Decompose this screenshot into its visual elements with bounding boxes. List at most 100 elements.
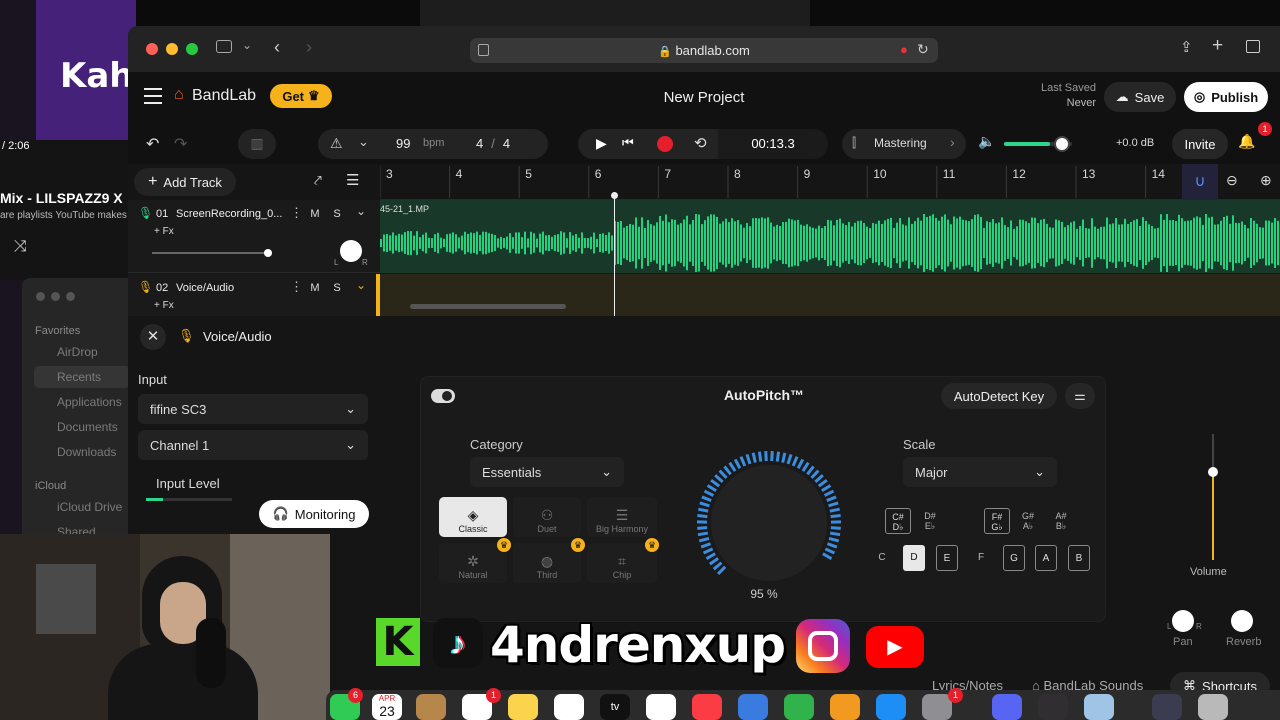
mastering-button[interactable]: ⫿ Mastering › [842, 129, 966, 159]
microphone-icon[interactable]: ● [900, 42, 908, 57]
solo-button[interactable]: S [328, 206, 346, 222]
master-volume-handle[interactable] [1054, 136, 1070, 152]
key-e[interactable]: E [936, 545, 958, 571]
track-row[interactable]: 🎙 01 ScreenRecording_0... ⋮ M S ⌄ + Fx L… [128, 200, 380, 273]
track-more-icon[interactable]: ⋮ [290, 279, 303, 295]
numbers-app-icon[interactable] [784, 694, 814, 720]
add-track-button[interactable]: + Add Track [134, 168, 236, 196]
track-name[interactable]: Voice/Audio [176, 282, 234, 294]
app-store-icon[interactable] [876, 694, 906, 720]
finder-item-applications[interactable]: Applications [57, 395, 122, 409]
key-c-sharp[interactable]: C# D♭ [885, 508, 911, 534]
add-fx-button[interactable]: + Fx [154, 226, 174, 237]
finder-minimize-icon[interactable] [51, 292, 60, 301]
speaker-icon[interactable]: 🔈 [978, 133, 995, 150]
redo-icon[interactable]: ↷ [174, 134, 187, 154]
trash-icon[interactable] [1198, 694, 1228, 720]
music-app-icon[interactable] [692, 694, 722, 720]
skip-to-start-icon[interactable]: ⏮ [622, 135, 634, 151]
instrument-button[interactable]: ▥ [238, 129, 276, 159]
save-button[interactable]: ☁ Save [1104, 82, 1176, 112]
tab-overview-icon[interactable] [1246, 40, 1260, 53]
window-close-button[interactable] [146, 43, 158, 55]
finder-zoom-icon[interactable] [66, 292, 75, 301]
contacts-app-icon[interactable] [416, 694, 446, 720]
key-c[interactable]: C [871, 545, 893, 571]
finder-item-downloads[interactable]: Downloads [57, 445, 116, 459]
key-g[interactable]: G [1003, 545, 1025, 571]
volume-slider[interactable] [1212, 434, 1214, 560]
mute-button[interactable]: M [306, 280, 324, 296]
key-a-sharp[interactable]: A# B♭ [1048, 508, 1074, 534]
loop-icon[interactable]: ⟲ [694, 134, 707, 152]
snap-button[interactable]: ∪ [1182, 164, 1218, 200]
track-expand-icon[interactable]: ⌄ [356, 278, 366, 292]
app-icon[interactable] [1152, 694, 1182, 720]
playhead-handle[interactable] [611, 192, 618, 199]
track-lane[interactable]: 45-21_1.MP [380, 200, 1280, 273]
pages-app-icon[interactable] [830, 694, 860, 720]
playhead[interactable] [614, 194, 615, 316]
metronome-dropdown-icon[interactable]: ⌄ [358, 134, 369, 150]
volume-handle[interactable] [1208, 467, 1218, 477]
key-d[interactable]: D [903, 545, 925, 571]
track-more-icon[interactable]: ⋮ [290, 205, 303, 221]
timeline-ruler[interactable]: 3 4 5 6 7 8 9 10 11 12 13 14 ∪ ⊖ ⊕ [380, 164, 1280, 200]
track-name[interactable]: ScreenRecording_0... [176, 208, 282, 220]
category-big-harmony-button[interactable]: ☰ Big Harmony [587, 497, 657, 537]
key-g-sharp[interactable]: G# A♭ [1015, 508, 1041, 534]
bpm-value[interactable]: 99 [396, 136, 410, 151]
knob-body[interactable] [711, 465, 827, 581]
add-fx-button[interactable]: + Fx [154, 300, 174, 311]
sidebar-toggle-icon[interactable] [216, 40, 232, 53]
notes-app-icon[interactable] [508, 694, 538, 720]
finder-item-airdrop[interactable]: AirDrop [57, 345, 98, 359]
publish-button[interactable]: ◎ Publish [1184, 82, 1268, 112]
obs-app-icon[interactable] [1038, 694, 1068, 720]
finder-item-icloud-drive[interactable]: iCloud Drive [57, 500, 122, 514]
new-tab-icon[interactable]: + [1212, 35, 1223, 57]
apple-tv-app-icon[interactable]: tv [600, 694, 630, 720]
input-channel-select[interactable]: Channel 1 ⌄ [138, 430, 368, 460]
settings-sliders-icon[interactable]: ⚌ [1065, 383, 1095, 409]
key-f-sharp[interactable]: F# G♭ [984, 508, 1010, 534]
reverb-knob[interactable] [1231, 610, 1253, 632]
hamburger-menu-icon[interactable] [144, 88, 162, 104]
autopitch-knob[interactable] [689, 443, 849, 603]
zoom-in-icon[interactable]: ⊕ [1260, 172, 1272, 189]
back-icon[interactable]: ‹ [274, 37, 280, 58]
category-third-button[interactable]: ◍ Third [513, 543, 581, 583]
finder-close-icon[interactable] [36, 292, 45, 301]
share-icon[interactable]: ⇪ [1180, 38, 1193, 56]
zoom-out-icon[interactable]: ⊖ [1226, 172, 1238, 189]
discord-app-icon[interactable] [992, 694, 1022, 720]
shuffle-icon[interactable]: ⤨ [14, 238, 27, 256]
solo-button[interactable]: S [328, 280, 346, 296]
mute-button[interactable]: M [306, 206, 324, 222]
input-device-select[interactable]: fifine SC3 ⌄ [138, 394, 368, 424]
track-row[interactable]: 🎙 02 Voice/Audio ⋮ M S ⌄ + Fx [128, 274, 380, 316]
track-expand-icon[interactable]: ⌄ [356, 204, 366, 218]
calendar-app-icon[interactable]: APR 23 [372, 694, 402, 720]
key-a[interactable]: A [1035, 545, 1057, 571]
record-button[interactable] [657, 136, 673, 152]
track-volume-handle[interactable] [264, 249, 272, 257]
news-app-icon[interactable] [646, 694, 676, 720]
invite-button[interactable]: Invite [1172, 129, 1228, 159]
window-zoom-button[interactable] [186, 43, 198, 55]
key-f[interactable]: F [970, 545, 992, 571]
undo-icon[interactable]: ↶ [146, 134, 159, 154]
category-natural-button[interactable]: ✲ Natural [439, 543, 507, 583]
window-minimize-button[interactable] [166, 43, 178, 55]
category-classic-button[interactable]: ◈ Classic [439, 497, 507, 537]
track-lane[interactable] [380, 274, 1280, 316]
key-b[interactable]: B [1068, 545, 1090, 571]
freeform-app-icon[interactable] [554, 694, 584, 720]
category-select[interactable]: Essentials ⌄ [470, 457, 624, 487]
category-duet-button[interactable]: ⚇ Duet [513, 497, 581, 537]
horizontal-scrollbar[interactable] [410, 304, 566, 309]
forward-icon[interactable]: › [306, 37, 312, 58]
keynote-app-icon[interactable] [738, 694, 768, 720]
finder-item-recents[interactable]: Recents [34, 366, 130, 388]
playlist-title[interactable]: Mix - LILSPAZZ9 X [0, 190, 123, 206]
